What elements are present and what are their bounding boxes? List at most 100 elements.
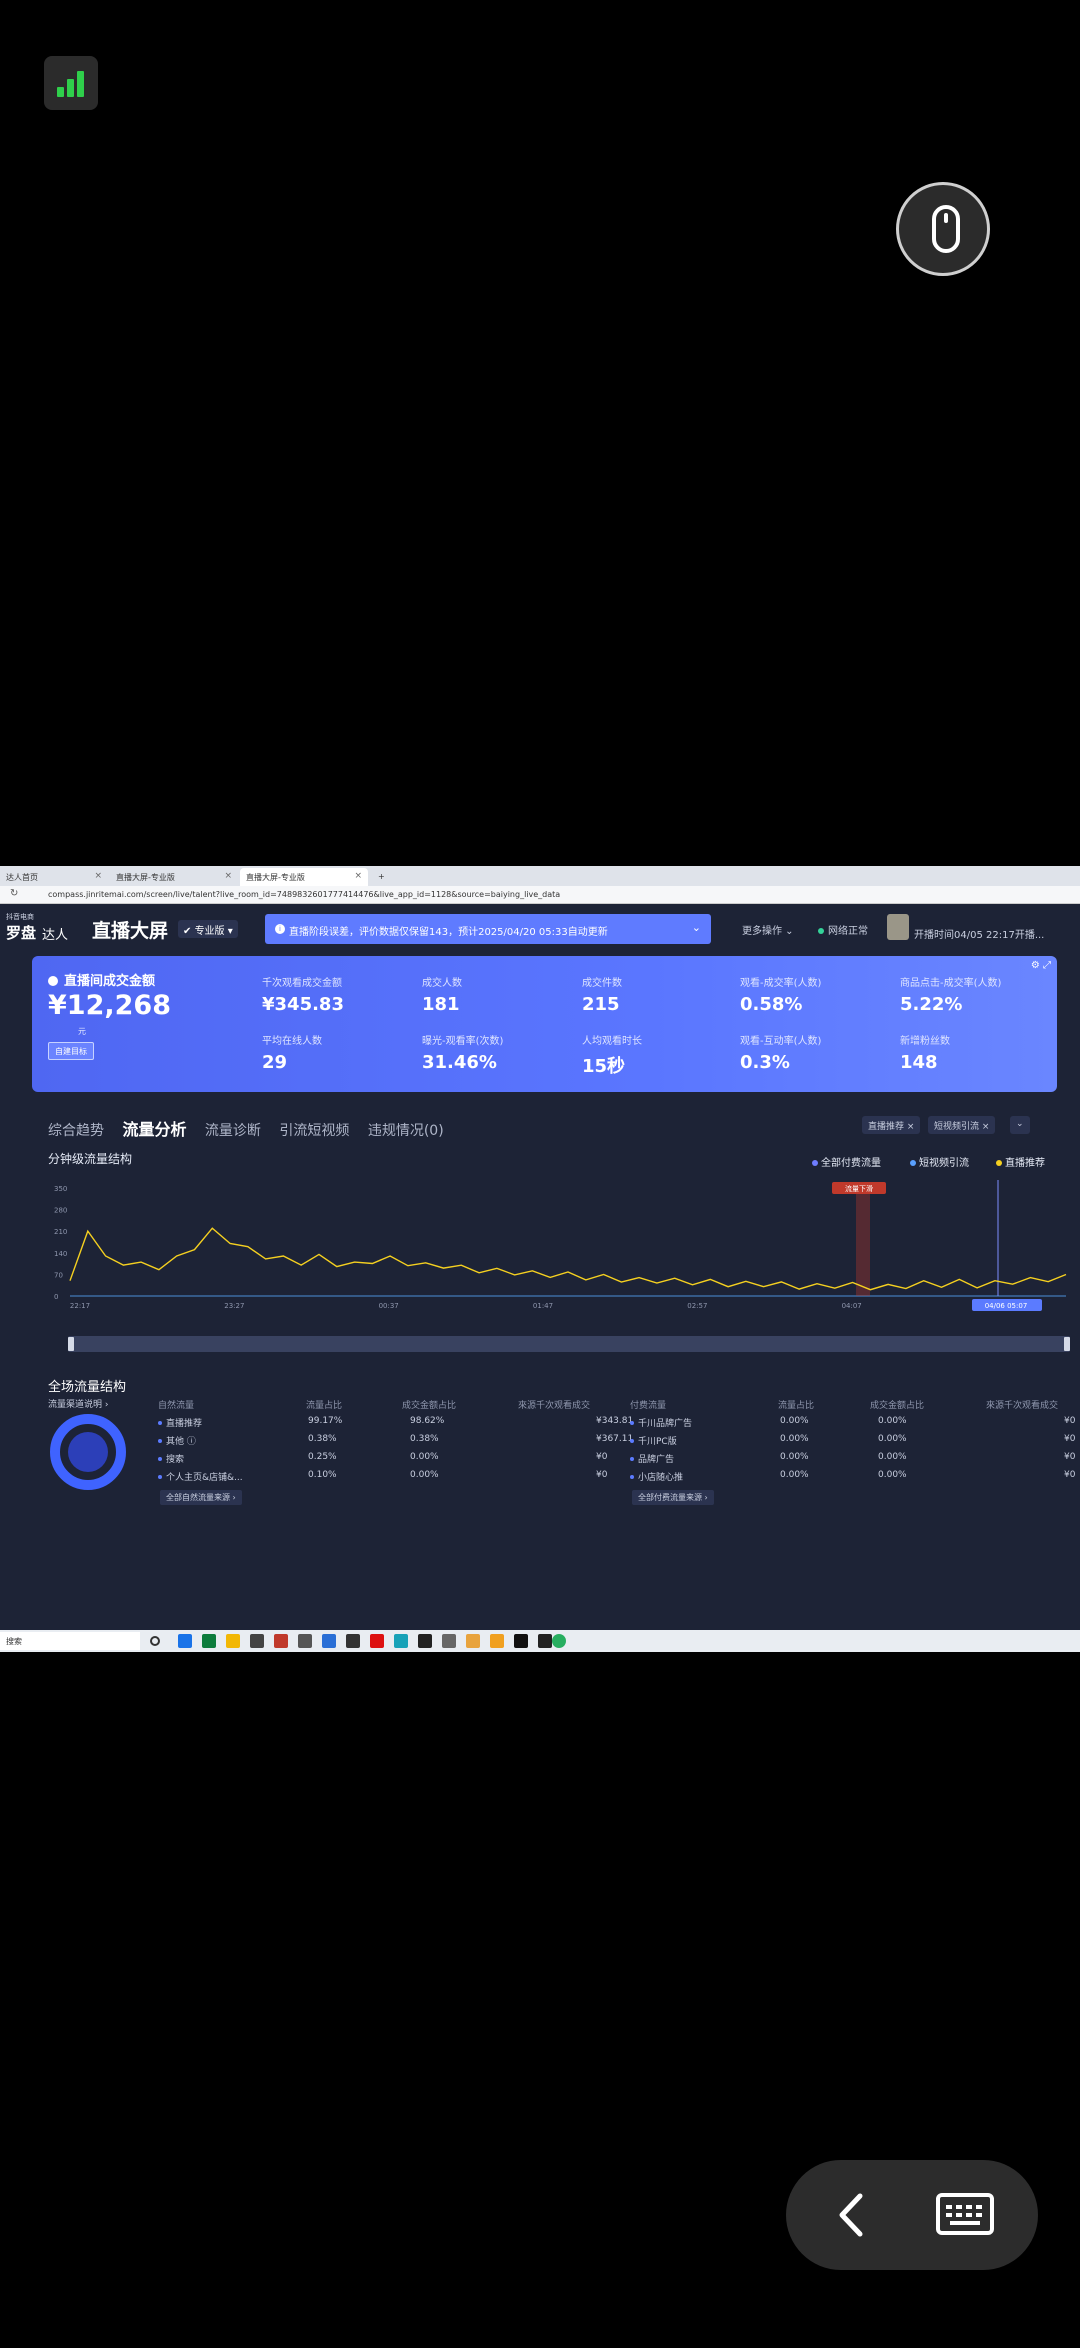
channel-label: 其他 ⓘ [166,1437,196,1447]
filter-chip[interactable]: 短视频引流 × [928,1116,996,1134]
more-actions-dropdown[interactable]: 更多操作 ⌄ [742,922,794,937]
browser-tab-active[interactable]: 直播大屏-专业版 × [240,868,368,886]
app-icon[interactable] [322,1634,336,1648]
header-cell: 流量占比 [778,1401,815,1411]
app-icon[interactable] [298,1634,312,1648]
app-icon[interactable] [442,1634,456,1648]
wechat-icon[interactable] [490,1634,504,1648]
back-arrow-icon[interactable] [826,2188,880,2242]
table-row[interactable]: 千川品牌广告 0.00% 0.00% ¥0 [630,1416,1075,1434]
taskbar-search[interactable]: 搜索 [0,1632,140,1650]
filter-dropdown[interactable]: ⌄ [1010,1116,1030,1134]
bullet-icon [630,1439,634,1443]
set-target-button[interactable]: 自建目标 [48,1042,94,1060]
tab-label: 达人首页 [6,873,38,882]
table-row[interactable]: 搜索 0.25% 0.00% ¥0 [158,1452,608,1470]
tab-overall-trend[interactable]: 综合趋势 [48,1120,104,1140]
table-cell: 0.00% [878,1452,907,1462]
table-cell: 0.00% [780,1470,809,1480]
kpi-label: 成交件数 [582,978,622,989]
tab-label: 直播大屏-专业版 [246,873,305,882]
all-natural-sources-link[interactable]: 全部自然流量来源 › [160,1490,242,1505]
channel-label: 个人主页&店铺&... [166,1473,243,1483]
header-cell: 付费流量 [630,1401,667,1411]
app-icon[interactable] [552,1634,566,1648]
app-icon[interactable] [538,1634,552,1648]
chrome-icon[interactable] [466,1634,480,1648]
browser-icon[interactable] [178,1634,192,1648]
table-row[interactable]: 品牌广告 0.00% 0.00% ¥0 [630,1452,1075,1470]
bullet-icon [630,1475,634,1479]
kpi-label: 观看-互动率(人数) [740,1036,822,1047]
table-cell: ¥367.11 [596,1434,634,1444]
tab-traffic-analysis[interactable]: 流量分析 [122,1116,186,1140]
table-cell: ¥343.81 [596,1416,634,1426]
close-icon[interactable]: × [354,871,362,881]
tab-short-video[interactable]: 引流短视频 [279,1120,349,1140]
avatar[interactable] [887,914,909,940]
channel-help-link[interactable]: 流量渠道说明 › [48,1397,108,1410]
browser-tab[interactable]: 达人首页 × [0,868,108,886]
close-icon[interactable]: × [94,871,102,881]
tab-traffic-diagnosis[interactable]: 流量诊断 [205,1120,261,1140]
channel-label: 品牌广告 [638,1455,675,1465]
table-cell: 0.38% [410,1434,439,1444]
new-tab-button[interactable]: + [372,868,388,886]
bullet-icon [158,1457,162,1461]
signal-bar [67,79,74,97]
close-icon[interactable]: × [224,871,232,881]
gmv-label-text: 直播间成交金额 [64,974,156,989]
table-row[interactable]: 其他 ⓘ 0.38% 0.38% ¥367.11 [158,1434,633,1452]
traffic-donut-chart[interactable] [50,1414,126,1490]
legend-item[interactable]: 直播推荐 [996,1154,1045,1169]
bullet-icon [630,1457,634,1461]
legend-item[interactable]: 全部付费流量 [812,1154,881,1169]
floating-nav-pill [786,2160,1038,2270]
edge-icon[interactable] [202,1634,216,1648]
address-bar[interactable]: ↻ compass.jinritemai.com/screen/live/tal… [0,886,1080,904]
app-icon[interactable] [346,1634,360,1648]
channel-label: 直播推荐 [166,1419,203,1429]
x-tick-label: 00:37 [379,1302,399,1310]
app-icon[interactable] [274,1634,288,1648]
app-icon[interactable] [418,1634,432,1648]
folder-icon[interactable] [226,1634,240,1648]
app-icon[interactable] [394,1634,408,1648]
chevron-down-icon[interactable]: ⌄ [692,921,701,934]
kpi-settings-icon[interactable]: ⚙ ⤢ [1031,960,1051,971]
channel-name: 个人主页&店铺&... [158,1470,243,1483]
channel-name: 小店随心推 [630,1470,683,1483]
range-handle-left[interactable] [68,1337,74,1351]
tab-violations[interactable]: 违规情况(0) [368,1120,444,1140]
signal-strength-icon[interactable] [44,56,98,110]
filter-chip[interactable]: 直播推荐 × [862,1116,921,1134]
table-cell: 0.00% [410,1470,439,1480]
app-icon[interactable] [514,1634,528,1648]
edition-select[interactable]: ✔ 专业版 ▾ [178,920,238,938]
mouse-mode-button[interactable] [896,182,990,276]
chart-range-slider[interactable] [68,1336,1070,1352]
channel-name: 其他 ⓘ [158,1434,196,1447]
range-handle-right[interactable] [1064,1337,1070,1351]
table-cell: 99.17% [308,1416,343,1426]
x-tick-label: 04:07 [842,1302,862,1310]
table-row[interactable]: 千川PC版 0.00% 0.00% ¥0 [630,1434,1075,1452]
remote-desktop-view[interactable]: 达人首页 × 直播大屏-专业版 × 直播大屏-专业版 × + ↻ compass.ji… [0,866,1080,1652]
table-row[interactable]: 个人主页&店铺&... 0.10% 0.00% ¥0 [158,1470,608,1488]
table-row[interactable]: 小店随心推 0.00% 0.00% ¥0 [630,1470,1075,1488]
dashboard-app: 抖音电商 罗盘 达人 直播大屏 ✔ 专业版 ▾ i 直播阶段误差，评价数据仅保留… [0,904,1080,1652]
notice-text: 直播阶段误差，评价数据仅保留143，预计2025/04/20 05:33自动更新 [289,927,608,938]
app-icon[interactable] [370,1634,384,1648]
notice-banner[interactable]: i 直播阶段误差，评价数据仅保留143，预计2025/04/20 05:33自动… [265,914,711,944]
browser-tab[interactable]: 直播大屏-专业版 × [110,868,238,886]
legend-item[interactable]: 短视频引流 [910,1154,969,1169]
keyboard-icon[interactable] [936,2193,994,2235]
all-paid-sources-link[interactable]: 全部付费流量来源 › [632,1490,714,1505]
reload-icon[interactable]: ↻ [10,888,18,899]
start-icon[interactable] [150,1636,160,1646]
traffic-line-chart[interactable]: 350 280 210 140 70 0 22:17 23:27 00:37 01:47 02:5… [30,1168,1070,1318]
app-icon[interactable] [250,1634,264,1648]
table-cell: ¥0 [596,1470,608,1480]
table-row[interactable]: 直播推荐 99.17% 98.62% ¥343.81 [158,1416,633,1434]
kpi-value: ¥345.83 [262,994,344,1015]
